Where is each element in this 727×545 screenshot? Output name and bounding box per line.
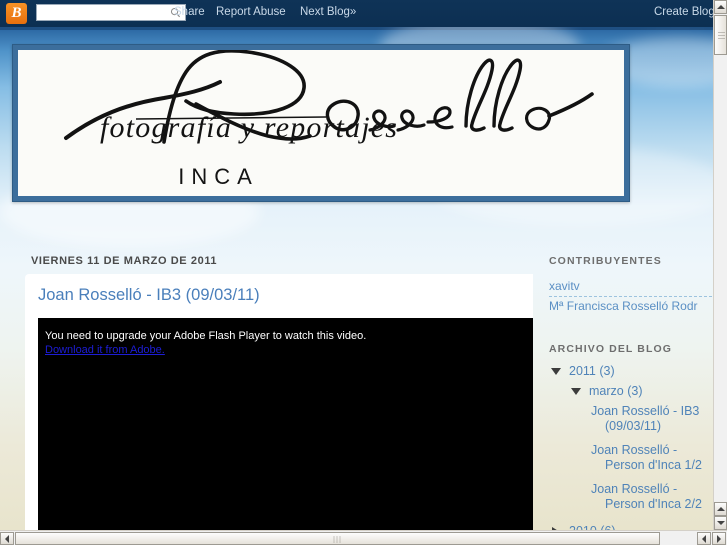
list-item[interactable]: Joan Rosselló - Person d'Inca 1/2 bbox=[591, 443, 713, 473]
widget-blog-archive: ARCHIVO DEL BLOG 2011 (3) marzo (3) Joan… bbox=[549, 343, 713, 530]
brand-tagline: fotografía y reportajes bbox=[96, 105, 516, 153]
arrow-up-icon bbox=[716, 5, 725, 9]
scroll-up-button-bottom[interactable] bbox=[714, 502, 727, 516]
scroll-right-button[interactable] bbox=[712, 532, 726, 545]
scroll-up-button[interactable] bbox=[714, 0, 727, 14]
arrow-up-icon bbox=[716, 507, 725, 511]
archive-post-list: Joan Rosselló - IB3 (09/03/11) Joan Ross… bbox=[549, 404, 713, 512]
svg-text:fotografía y reportajes: fotografía y reportajes bbox=[100, 111, 398, 144]
flash-upgrade-message: You need to upgrade your Adobe Flash Pla… bbox=[45, 330, 367, 342]
scroll-left-button[interactable] bbox=[0, 532, 14, 545]
list-item[interactable]: Joan Rosselló - Person d'Inca 2/2 bbox=[591, 482, 713, 512]
widget-contributors: CONTRIBUYENTES xavitv Mª Francisca Rosse… bbox=[549, 255, 713, 316]
blogger-navbar: B Share Report Abuse Next Blog» Create B… bbox=[0, 0, 727, 27]
arrow-down-icon bbox=[716, 521, 725, 525]
triangle-down-icon[interactable] bbox=[551, 368, 561, 375]
search-box[interactable] bbox=[36, 4, 186, 21]
triangle-down-icon[interactable] bbox=[571, 388, 581, 395]
scroll-down-button[interactable] bbox=[714, 516, 727, 530]
list-item[interactable]: xavitv bbox=[549, 277, 713, 297]
content-wrapper: VIERNES 11 DE MARZO DE 2011 Joan Rossell… bbox=[6, 212, 713, 530]
horizontal-scrollbar-thumb[interactable] bbox=[15, 532, 660, 545]
nav-report-abuse-link[interactable]: Report Abuse bbox=[216, 6, 286, 18]
list-item[interactable]: Joan Rosselló - IB3 (09/03/11) bbox=[591, 404, 713, 434]
contributors-title: CONTRIBUYENTES bbox=[549, 255, 662, 267]
post-date-header: VIERNES 11 DE MARZO DE 2011 bbox=[31, 255, 218, 267]
nav-share-link[interactable]: Share bbox=[174, 6, 205, 18]
archive-tree: 2011 (3) marzo (3) Joan Rosselló - IB3 (… bbox=[549, 364, 713, 530]
search-input[interactable] bbox=[39, 6, 164, 19]
blogger-logo-icon[interactable]: B bbox=[6, 3, 27, 24]
archive-month-label: marzo (3) bbox=[589, 384, 643, 398]
blog-header-banner[interactable]: fotografía y reportajes INCA bbox=[12, 44, 630, 202]
contributors-list: xavitv Mª Francisca Rosselló Rodr bbox=[549, 277, 713, 316]
flash-download-link[interactable]: Download it from Adobe. bbox=[45, 344, 165, 356]
post-panel: Joan Rosselló - IB3 (09/03/11) You need … bbox=[25, 274, 533, 530]
grip-icon bbox=[333, 536, 342, 543]
grip-icon bbox=[718, 32, 725, 39]
nav-next-blog-link[interactable]: Next Blog» bbox=[300, 6, 356, 18]
banner-image: fotografía y reportajes INCA bbox=[18, 50, 624, 196]
archive-year-label: 2011 (3) bbox=[569, 364, 615, 378]
browser-viewport: B Share Report Abuse Next Blog» Create B… bbox=[0, 0, 727, 545]
vertical-scrollbar-thumb[interactable] bbox=[714, 15, 727, 55]
blog-page: fotografía y reportajes INCA VIERNES 11 … bbox=[0, 27, 713, 530]
arrow-left-icon bbox=[5, 534, 9, 543]
post-title[interactable]: Joan Rosselló - IB3 (09/03/11) bbox=[38, 286, 260, 305]
scroll-left-button-right[interactable] bbox=[697, 532, 711, 545]
brand-city: INCA bbox=[178, 164, 259, 189]
archive-year-2011[interactable]: 2011 (3) bbox=[549, 364, 713, 378]
horizontal-scrollbar[interactable] bbox=[0, 530, 727, 545]
list-item[interactable]: Mª Francisca Rosselló Rodr bbox=[549, 297, 713, 316]
arrow-right-icon bbox=[717, 534, 721, 543]
vertical-scrollbar[interactable] bbox=[713, 0, 727, 530]
archive-month-marzo[interactable]: marzo (3) bbox=[549, 384, 713, 398]
sidebar: CONTRIBUYENTES xavitv Mª Francisca Rosse… bbox=[549, 212, 713, 530]
video-player-placeholder[interactable]: You need to upgrade your Adobe Flash Pla… bbox=[38, 318, 533, 530]
arrow-left-icon bbox=[702, 534, 706, 543]
archive-title: ARCHIVO DEL BLOG bbox=[549, 343, 672, 355]
nav-create-blog-link[interactable]: Create Blog bbox=[654, 6, 715, 18]
